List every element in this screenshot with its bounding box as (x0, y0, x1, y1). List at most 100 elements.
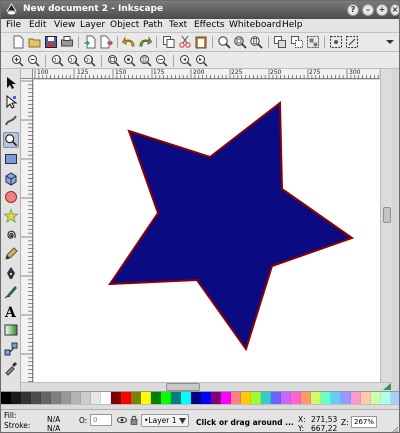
zoom-fit-width-icon[interactable] (155, 54, 168, 67)
copy-icon[interactable] (162, 35, 176, 49)
node-tool-icon[interactable] (3, 94, 19, 110)
palette-swatch[interactable] (261, 392, 271, 404)
print-icon[interactable] (60, 35, 74, 49)
palette-swatch[interactable] (21, 392, 31, 404)
palette-swatch[interactable] (241, 392, 251, 404)
palette-swatch[interactable] (221, 392, 231, 404)
help-window-icon[interactable]: ? (347, 4, 359, 16)
zoom-input[interactable]: 267% (351, 416, 377, 428)
palette-swatch[interactable] (211, 392, 221, 404)
palette-swatch[interactable] (251, 392, 261, 404)
group-icon[interactable] (306, 35, 320, 49)
palette-swatch[interactable] (141, 392, 151, 404)
layer-selector[interactable]: •Layer 1 (141, 414, 189, 427)
close-window-button[interactable]: × (390, 4, 399, 16)
vertical-scroll-thumb[interactable] (383, 207, 391, 223)
connector-tool-icon[interactable] (3, 341, 19, 357)
palette-swatch[interactable] (131, 392, 141, 404)
export-icon[interactable] (99, 35, 113, 49)
eye-visibility-icon[interactable] (117, 415, 127, 425)
menu-object[interactable]: Object (110, 20, 139, 30)
text-tool-icon[interactable]: A (3, 303, 19, 319)
menu-help[interactable]: Help (282, 20, 303, 30)
palette-swatch[interactable] (111, 392, 121, 404)
palette-swatch[interactable] (151, 392, 161, 404)
palette-swatch[interactable] (31, 392, 41, 404)
palette-swatch[interactable] (281, 392, 291, 404)
preferences-icon[interactable] (345, 35, 359, 49)
zoom-1-1-icon[interactable]: 1:1 (51, 54, 64, 67)
zoom-fit-drawing-icon[interactable] (123, 54, 136, 67)
menu-text[interactable]: Text (169, 20, 187, 30)
palette-swatch[interactable] (371, 392, 381, 404)
new-document-icon[interactable] (11, 35, 25, 49)
palette-swatch[interactable] (171, 392, 181, 404)
3d-box-tool-icon[interactable] (3, 170, 19, 186)
star-shape[interactable] (108, 101, 355, 352)
menu-path[interactable]: Path (143, 20, 163, 30)
palette-swatch[interactable] (301, 392, 311, 404)
pen-bezier-tool-icon[interactable] (3, 265, 19, 281)
gradient-tool-icon[interactable] (3, 322, 19, 338)
calligraphy-tool-icon[interactable] (3, 284, 19, 300)
palette-swatch[interactable] (11, 392, 21, 404)
palette-swatch[interactable] (361, 392, 371, 404)
stroke-value[interactable]: N/A (47, 424, 60, 432)
palette-swatch[interactable] (71, 392, 81, 404)
palette-swatch[interactable] (391, 392, 399, 404)
menu-whiteboard[interactable]: Whiteboard (229, 20, 281, 30)
open-folder-icon[interactable] (28, 35, 42, 49)
star-tool-icon[interactable] (3, 208, 19, 224)
lock-icon[interactable] (129, 415, 139, 425)
selector-tool-arrow-icon[interactable] (3, 75, 19, 91)
palette-swatch[interactable] (161, 392, 171, 404)
palette-swatch[interactable] (51, 392, 61, 404)
palette-swatch[interactable] (1, 392, 11, 404)
clone-icon[interactable] (290, 35, 304, 49)
opacity-input[interactable]: 0 (90, 414, 112, 426)
cut-icon[interactable] (178, 35, 192, 49)
minimize-window-button[interactable]: – (362, 4, 374, 16)
zoom-page-icon[interactable] (249, 35, 263, 49)
save-icon[interactable] (44, 35, 58, 49)
vertical-scrollbar[interactable] (380, 69, 392, 382)
rectangle-tool-icon[interactable] (3, 151, 19, 167)
tweak-tool-icon[interactable] (3, 113, 19, 129)
menu-effects[interactable]: Effects (194, 20, 225, 30)
menu-edit[interactable]: Edit (29, 20, 46, 30)
palette-swatch[interactable] (191, 392, 201, 404)
palette-swatch[interactable] (231, 392, 241, 404)
vertical-ruler[interactable] (21, 79, 33, 382)
horizontal-scrollbar[interactable] (21, 382, 392, 391)
palette-swatch[interactable] (311, 392, 321, 404)
fill-value[interactable]: N/A (47, 415, 60, 424)
zoom-previous-icon[interactable] (179, 54, 192, 67)
zoom-out-icon[interactable] (27, 54, 40, 67)
palette-swatch[interactable] (61, 392, 71, 404)
zoom-1-2-icon[interactable]: 1:2 (67, 54, 80, 67)
dropper-tool-icon[interactable] (3, 360, 19, 376)
horizontal-ruler[interactable]: 100 125 150 175 200 225 250 275 300 (33, 69, 379, 79)
palette-swatch[interactable] (341, 392, 351, 404)
import-icon[interactable] (83, 35, 97, 49)
duplicate-icon[interactable] (273, 35, 287, 49)
resize-grip-icon[interactable] (389, 424, 399, 433)
palette-swatch[interactable] (291, 392, 301, 404)
undo-icon[interactable] (122, 35, 136, 49)
palette-swatch[interactable] (41, 392, 51, 404)
paste-icon[interactable] (194, 35, 208, 49)
zoom-selection-icon[interactable] (217, 35, 231, 49)
palette-swatch[interactable] (381, 392, 391, 404)
palette-swatch[interactable] (181, 392, 191, 404)
menu-file[interactable]: File (6, 20, 21, 30)
fill-stroke-icon[interactable] (329, 35, 343, 49)
zoom-2-1-icon[interactable]: 2:1 (83, 54, 96, 67)
palette-swatch[interactable] (81, 392, 91, 404)
palette-swatch[interactable] (271, 392, 281, 404)
toolbar-overflow-chevron-down-icon[interactable] (383, 35, 397, 49)
palette-swatch[interactable] (101, 392, 111, 404)
horizontal-scroll-thumb[interactable] (166, 383, 200, 391)
maximize-window-button[interactable]: + (376, 4, 388, 16)
menu-layer[interactable]: Layer (80, 20, 105, 30)
pencil-tool-icon[interactable] (3, 246, 19, 262)
